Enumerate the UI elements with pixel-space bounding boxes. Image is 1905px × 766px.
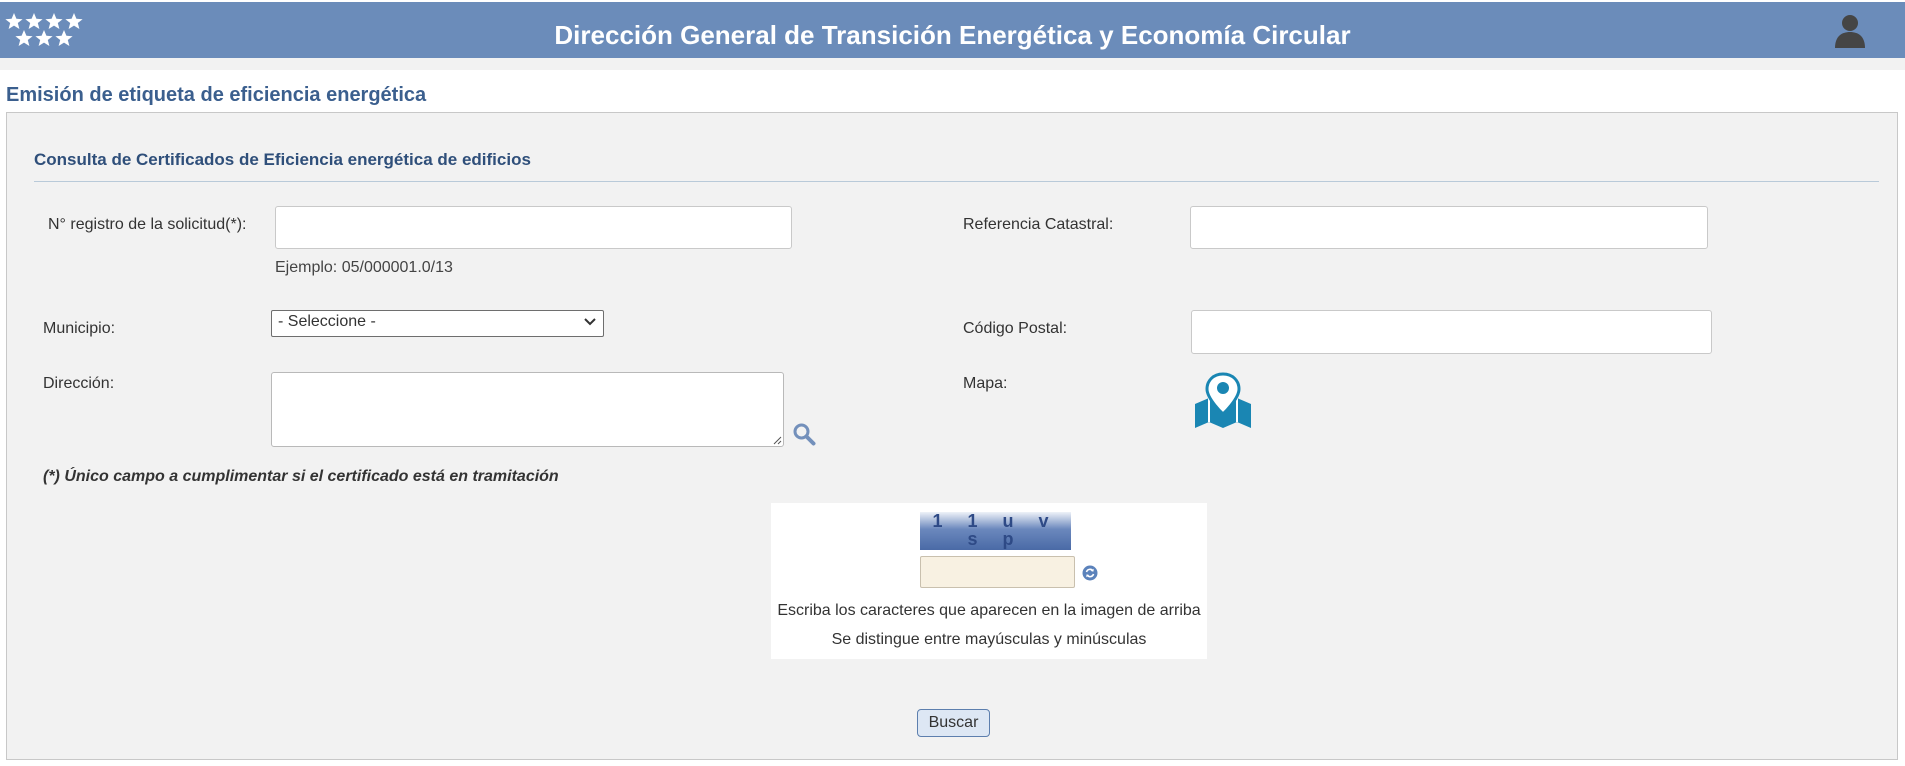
municipio-select[interactable]: - Seleccione - (271, 310, 604, 337)
catastral-input[interactable] (1190, 206, 1708, 249)
catastral-label: Referencia Catastral: (963, 216, 1114, 233)
map-pin-icon[interactable] (1191, 370, 1255, 430)
registro-input[interactable] (275, 206, 792, 249)
captcha-input[interactable] (920, 556, 1075, 588)
postal-label: Código Postal: (963, 320, 1068, 337)
captcha-box: 1 1 u v s p Escriba los caracteres que a… (771, 503, 1207, 659)
section-divider (34, 181, 1879, 182)
search-button[interactable]: Buscar (917, 709, 990, 737)
chevron-down-icon (584, 318, 596, 326)
section-title: Consulta de Certificados de Eficiencia e… (34, 150, 531, 169)
user-icon[interactable] (1834, 14, 1866, 48)
captcha-image: 1 1 u v s p (920, 512, 1071, 550)
registro-hint: Ejemplo: 05/000001.0/13 (275, 259, 453, 276)
registro-label: N° registro de la solicitud(*): (48, 216, 247, 233)
municipio-label: Municipio: (43, 320, 116, 337)
direccion-textarea[interactable] (271, 372, 784, 447)
mapa-label: Mapa: (963, 375, 1008, 392)
page-title: Emisión de etiqueta de eficiencia energé… (6, 84, 427, 106)
refresh-icon[interactable] (1082, 565, 1098, 581)
required-field-note: (*) Único campo a cumplimentar si el cer… (43, 468, 559, 485)
resize-grip-icon[interactable] (772, 435, 782, 445)
header-strip (0, 58, 1905, 70)
direccion-label: Dirección: (43, 375, 115, 392)
magnifier-icon[interactable] (792, 422, 816, 446)
app-header: Dirección General de Transición Energéti… (0, 2, 1905, 59)
captcha-instruction: Escriba los caracteres que aparecen en l… (777, 602, 1201, 619)
municipio-selected-value: - Seleccione - (278, 313, 376, 330)
header-title: Dirección General de Transición Energéti… (554, 20, 1351, 50)
search-panel: Consulta de Certificados de Eficiencia e… (6, 112, 1898, 760)
postal-input[interactable] (1191, 310, 1712, 354)
captcha-case-note: Se distingue entre mayúsculas y minúscul… (831, 631, 1147, 648)
